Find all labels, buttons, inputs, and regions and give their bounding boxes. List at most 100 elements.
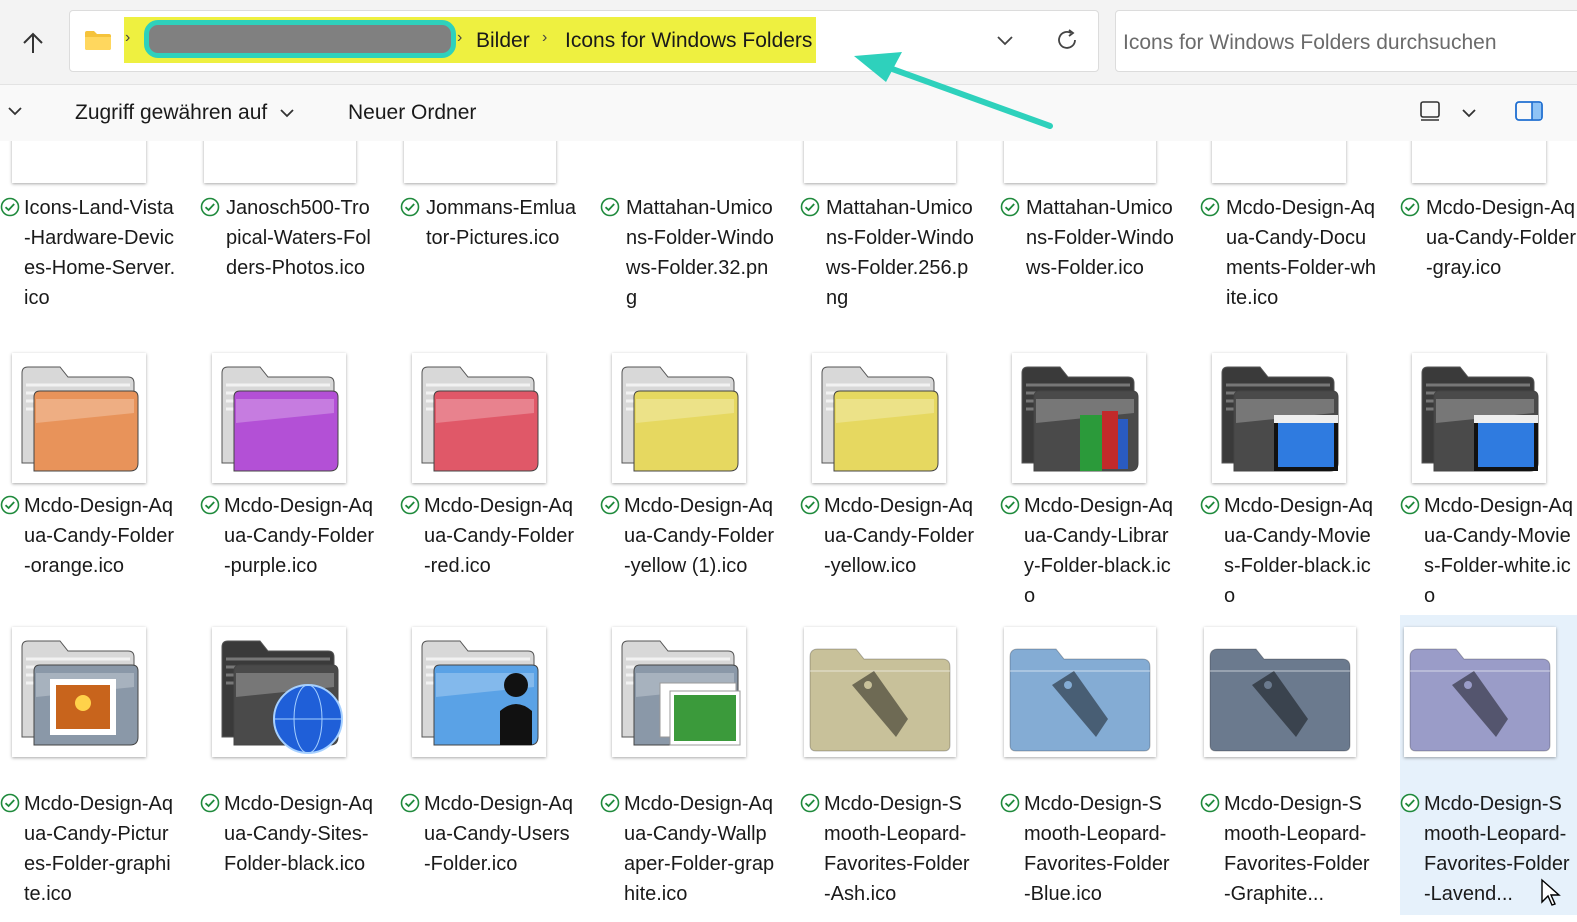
file-name: Mattahan-Umicons-Folder-Windows-Folder.2… — [826, 197, 974, 309]
file-item[interactable]: Mcdo-Design-Smooth-Leopard-Favorites-Fol… — [1200, 621, 1396, 911]
yellow-folder-icon — [812, 353, 946, 483]
purple-folder-icon — [212, 353, 346, 483]
sites-folder-icon — [212, 627, 346, 757]
pictures-icon — [404, 141, 556, 183]
file-name: Mcdo-Design-Aqua-Candy-Folder-red.ico — [424, 495, 575, 577]
sync-status-icon — [400, 495, 420, 515]
red-folder-icon — [412, 353, 546, 483]
view-layout-icon[interactable] — [1418, 99, 1442, 123]
sync-status-icon — [1000, 793, 1020, 813]
users-folder-icon — [412, 627, 546, 757]
file-item[interactable]: Mcdo-Design-Aqua-Candy-Folder-orange.ico — [0, 341, 196, 631]
file-name: Mcdo-Design-Aqua-Candy-Pictures-Folder-g… — [24, 793, 173, 905]
file-item[interactable]: Mcdo-Design-Aqua-Candy-Pictures-Folder-g… — [0, 621, 196, 911]
file-name: Icons-Land-Vista-Hardware-Devices-Home-S… — [24, 197, 176, 309]
sync-status-icon — [600, 793, 620, 813]
file-item[interactable]: Mcdo-Design-Aqua-Candy-Folder-yellow.ico — [800, 341, 996, 631]
binoculars-icon — [1004, 141, 1156, 183]
file-item[interactable]: Mcdo-Design-Aqua-Candy-Folder-yellow (1)… — [600, 341, 796, 631]
sync-status-icon — [1000, 495, 1020, 515]
file-name: Mcdo-Design-Smooth-Leopard-Favorites-Fol… — [1224, 793, 1370, 905]
sync-status-icon — [1200, 793, 1220, 813]
file-name: Mcdo-Design-Aqua-Candy-Users-Folder.ico — [424, 793, 573, 875]
folder-icon — [85, 31, 111, 50]
file-name: Mcdo-Design-Aqua-Candy-Movies-Folder-bla… — [1224, 495, 1373, 607]
movies-folder-icon — [1412, 353, 1546, 483]
sync-status-icon — [800, 495, 820, 515]
server-icon — [12, 141, 146, 183]
file-name: Mcdo-Design-Aqua-Candy-Folder-yellow (1)… — [624, 495, 775, 577]
file-item[interactable]: Mcdo-Design-Smooth-Leopard-Favorites-Fol… — [800, 621, 996, 911]
file-item[interactable]: Mcdo-Design-Aqua-Candy-Folder-red.ico — [400, 341, 596, 631]
share-access-button[interactable]: Zugriff gewähren auf — [75, 101, 267, 125]
sync-status-icon — [1400, 793, 1420, 813]
sync-status-icon — [1200, 197, 1220, 217]
gray-folder-icon — [1412, 141, 1546, 183]
sync-status-icon — [200, 495, 220, 515]
file-name: Mcdo-Design-Aqua-Candy-Wallpaper-Folder-… — [624, 793, 775, 905]
breadcrumb-bilder[interactable]: Bilder — [476, 29, 530, 53]
chevron-down-icon[interactable] — [278, 105, 296, 121]
glasses-folder-icon — [1212, 141, 1346, 183]
address-bar[interactable]: › › Bilder › Icons for Windows Folders — [69, 10, 1099, 72]
file-name: Jommans-Emluator-Pictures.ico — [426, 197, 577, 249]
sync-status-icon — [1000, 197, 1020, 217]
file-name: Mcdo-Design-Aqua-Candy-Sites-Folder-blac… — [224, 793, 373, 875]
breadcrumb-separator[interactable]: › — [542, 29, 547, 47]
sync-status-icon — [400, 197, 420, 217]
details-pane-icon[interactable] — [1514, 99, 1544, 123]
command-bar: Zugriff gewähren auf Neuer Ordner — [0, 85, 1577, 141]
file-item[interactable]: Mcdo-Design-Smooth-Leopard-Favorites-Fol… — [1000, 621, 1196, 911]
search-placeholder: Icons for Windows Folders durchsuchen — [1123, 31, 1497, 54]
file-item[interactable]: Mcdo-Design-Aqua-Candy-Movies-Folder-whi… — [1400, 341, 1577, 631]
chevron-down-icon[interactable] — [994, 29, 1016, 51]
yellow-folder-icon — [612, 353, 746, 483]
file-name: Mcdo-Design-Smooth-Leopard-Favorites-Fol… — [824, 793, 970, 905]
breadcrumb-separator[interactable]: › — [457, 29, 462, 47]
binoculars-icon — [804, 141, 956, 183]
movies-folder-icon — [1212, 353, 1346, 483]
redacted-breadcrumb[interactable] — [144, 20, 456, 58]
sync-status-icon — [0, 793, 20, 813]
file-name: Mattahan-Umicons-Folder-Windows-Folder.i… — [1026, 197, 1174, 279]
chevron-down-icon[interactable] — [1460, 105, 1478, 121]
new-folder-button[interactable]: Neuer Ordner — [348, 101, 476, 125]
file-name: Mcdo-Design-Aqua-Candy-Folder-orange.ico — [24, 495, 175, 577]
sync-status-icon — [1400, 197, 1420, 217]
favorites-folder-icon — [1404, 627, 1556, 757]
sync-status-icon — [600, 495, 620, 515]
file-item[interactable]: Mcdo-Design-Aqua-Candy-Sites-Folder-blac… — [200, 621, 396, 911]
file-item[interactable]: Mcdo-Design-Aqua-Candy-Wallpaper-Folder-… — [600, 621, 796, 911]
file-name: Mcdo-Design-Aqua-Candy-Library-Folder-bl… — [1024, 495, 1173, 607]
navigation-bar: › › Bilder › Icons for Windows Folders I… — [0, 0, 1577, 85]
file-item[interactable]: Mcdo-Design-Aqua-Candy-Folder-purple.ico — [200, 341, 396, 631]
mouse-cursor-icon — [1541, 878, 1561, 906]
file-name: Mattahan-Umicons-Folder-Windows-Folder.3… — [626, 197, 774, 309]
sync-status-icon — [200, 793, 220, 813]
file-item[interactable]: Mcdo-Design-Smooth-Leopard-Favorites-Fol… — [1400, 615, 1577, 915]
favorites-folder-icon — [1004, 627, 1156, 757]
file-item[interactable]: Mcdo-Design-Aqua-Candy-Library-Folder-bl… — [1000, 341, 1196, 631]
file-item[interactable]: Mcdo-Design-Aqua-Candy-Movies-Folder-bla… — [1200, 341, 1396, 631]
file-name: Mcdo-Design-Aqua-Candy-Folder-yellow.ico — [824, 495, 975, 577]
file-name: Mcdo-Design-Aqua-Candy-Documents-Folder-… — [1226, 197, 1377, 309]
library-folder-icon — [1012, 353, 1146, 483]
arrow-up-icon — [23, 32, 43, 53]
sync-status-icon — [400, 793, 420, 813]
refresh-icon[interactable] — [1054, 27, 1080, 53]
favorites-folder-icon — [1204, 627, 1356, 757]
orange-folder-icon — [12, 353, 146, 483]
file-item[interactable]: Mcdo-Design-Aqua-Candy-Users-Folder.ico — [400, 621, 596, 911]
search-input[interactable]: Icons for Windows Folders durchsuchen — [1115, 10, 1577, 72]
file-grid: Icons-Land-Vista-Hardware-Devices-Home-S… — [0, 141, 1577, 922]
sync-status-icon — [200, 197, 220, 217]
wallpaper-folder-icon — [612, 627, 746, 757]
sync-status-icon — [1200, 495, 1220, 515]
breadcrumb-current-folder[interactable]: Icons for Windows Folders — [565, 29, 812, 53]
up-button[interactable] — [16, 26, 50, 60]
sync-status-icon — [1400, 495, 1420, 515]
sync-status-icon — [800, 197, 820, 217]
chevron-down-icon[interactable] — [6, 103, 24, 119]
sync-status-icon — [0, 495, 20, 515]
sync-status-icon — [600, 197, 620, 217]
